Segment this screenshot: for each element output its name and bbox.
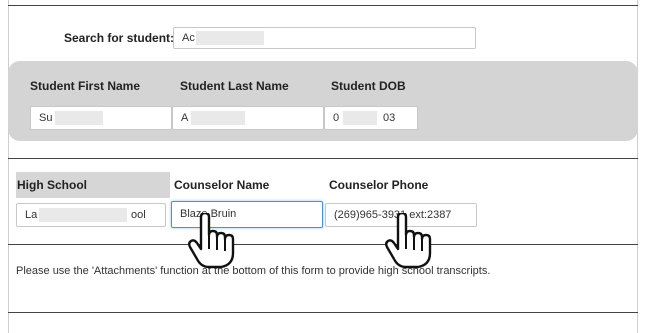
search-label: Search for student: (64, 31, 175, 45)
redaction-mask (191, 111, 245, 125)
section-divider (8, 158, 638, 159)
last-name-field[interactable]: A (172, 106, 324, 130)
right-border (637, 0, 638, 333)
first-name-field[interactable]: Su (30, 106, 172, 130)
last-name-label: Student Last Name (180, 79, 289, 93)
counselor-phone-label: Counselor Phone (329, 178, 429, 192)
redaction-mask (39, 208, 127, 222)
top-divider (8, 5, 638, 6)
left-border (8, 0, 9, 333)
section-divider (8, 244, 638, 245)
counselor-name-label: Counselor Name (174, 178, 270, 192)
redaction-mask (343, 111, 377, 125)
high-school-value-end: ool (131, 209, 146, 221)
first-name-value: Su (39, 112, 53, 124)
first-name-label: Student First Name (30, 79, 141, 93)
dob-value-start: 0 (333, 112, 340, 124)
search-input[interactable]: Ac (173, 27, 476, 49)
search-input-value: Ac (182, 32, 195, 44)
dob-field[interactable]: 0 03 (324, 106, 418, 130)
high-school-field[interactable]: La ool (16, 203, 166, 227)
dob-label: Student DOB (331, 79, 406, 93)
redaction-mask (196, 31, 264, 45)
high-school-value-start: La (25, 209, 38, 221)
hand-pointer-icon (188, 213, 235, 269)
bottom-divider (8, 312, 638, 313)
last-name-value: A (181, 112, 189, 124)
high-school-label: High School (17, 178, 87, 192)
redaction-mask (55, 111, 103, 125)
dob-value-end: 03 (383, 112, 396, 124)
hand-pointer-icon (385, 213, 432, 269)
